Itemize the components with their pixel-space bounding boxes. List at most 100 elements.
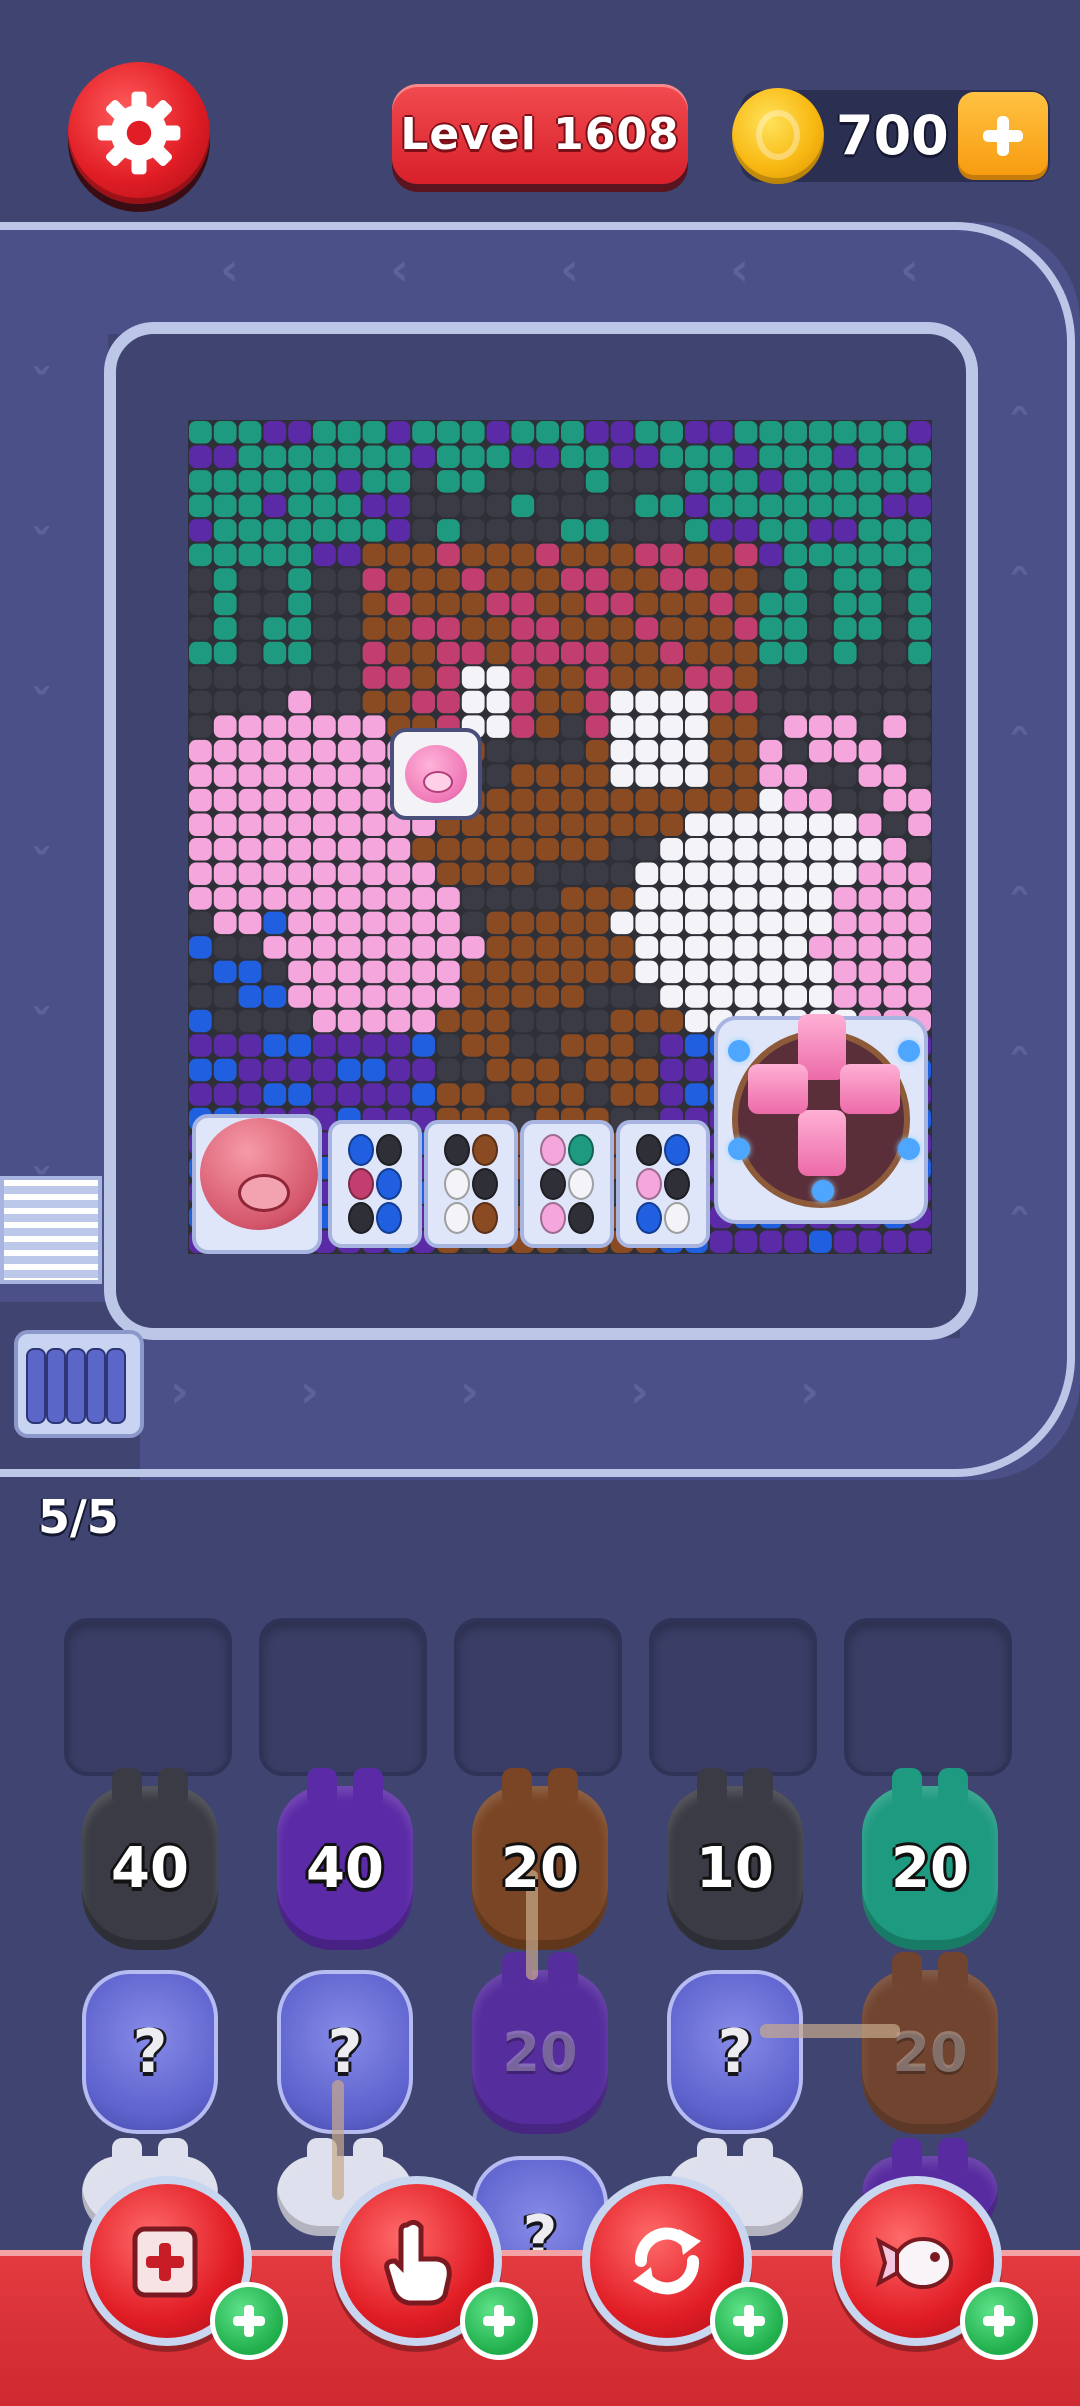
pixel-cell	[213, 887, 237, 910]
pixel-cell	[313, 1058, 336, 1082]
pixel-cell	[313, 862, 336, 885]
pixel-cell	[784, 838, 807, 861]
shuffle-booster-plus[interactable]	[710, 2282, 788, 2360]
pixel-cell	[213, 568, 237, 591]
pixel-cell	[660, 421, 683, 444]
pixel-cell	[610, 568, 634, 591]
pixel-cell	[437, 568, 460, 591]
pixel-cell	[635, 641, 659, 665]
locked-piggy[interactable]: 20	[862, 1952, 998, 2134]
pixel-cell	[759, 985, 783, 1008]
pixel-cell	[437, 421, 460, 444]
piggy-bank[interactable]: 10	[667, 1768, 803, 1950]
pixel-cell	[883, 813, 907, 836]
pixel-cell	[635, 911, 659, 935]
piggy-bank[interactable]: 40	[82, 1768, 218, 1950]
pixel-cell	[288, 421, 311, 444]
pixel-cell	[833, 862, 857, 885]
mystery-piggy[interactable]: ?	[277, 1970, 413, 2134]
pixel-cell	[858, 862, 882, 885]
add-coins-button[interactable]	[958, 92, 1048, 180]
pixel-cell	[511, 445, 535, 468]
pixel-cell	[635, 519, 659, 542]
pixel-cell	[238, 911, 262, 935]
pixel-cell	[412, 494, 435, 518]
pixel-cell	[213, 445, 237, 468]
pixel-cell	[709, 764, 733, 787]
pixel-cell	[635, 1058, 659, 1082]
pixel-cell	[660, 960, 683, 984]
add-slot-booster-plus[interactable]	[210, 2282, 288, 2360]
pixel-cell	[759, 862, 783, 885]
pixel-cell	[337, 838, 361, 861]
level-label: Level 1608	[400, 108, 680, 160]
pixel-cell	[685, 1083, 708, 1106]
pixel-cell	[263, 739, 287, 763]
pixel-cell	[486, 960, 510, 984]
pixel-cell	[412, 985, 435, 1008]
holding-slot-4[interactable]	[649, 1618, 817, 1776]
pixel-cell	[362, 1058, 386, 1082]
holding-slot-5[interactable]	[844, 1618, 1012, 1776]
pixel-cell	[486, 494, 510, 518]
piggy-bank[interactable]: 20	[472, 1768, 608, 1950]
pixel-cell	[536, 666, 559, 689]
pixel-cell	[412, 592, 435, 616]
pixel-cell	[313, 592, 336, 616]
board-pig-piece[interactable]	[390, 728, 482, 820]
pixel-cell	[238, 715, 262, 738]
pixel-cell	[337, 764, 361, 787]
pixel-cell	[784, 936, 807, 959]
pixel-cell	[734, 739, 758, 763]
holding-slot-1[interactable]	[64, 1618, 232, 1776]
bean-tray-2[interactable]	[424, 1120, 518, 1248]
tap-pick-booster-plus[interactable]	[460, 2282, 538, 2360]
bean-tray-3[interactable]	[520, 1120, 614, 1248]
pixel-cell	[461, 985, 485, 1008]
bean-tray-1[interactable]	[328, 1120, 422, 1248]
pixel-cell	[734, 813, 758, 836]
pixel-cell	[313, 1009, 336, 1033]
conveyor-arrow-icon: ˆ	[1008, 720, 1031, 774]
conveyor-arrow-icon: ›	[630, 1364, 649, 1418]
pixel-cell	[610, 666, 634, 689]
pixel-cell	[709, 960, 733, 984]
pixel-cell	[437, 617, 460, 640]
piggy-bank[interactable]: 40	[277, 1768, 413, 1950]
dispenser-arm-right	[840, 1064, 900, 1114]
pixel-cell	[610, 715, 634, 738]
piggy-bank[interactable]: 20	[862, 1768, 998, 1950]
settings-button[interactable]	[68, 62, 210, 204]
dispenser-light	[728, 1040, 750, 1062]
pixel-cell	[883, 519, 907, 542]
pixel-cell	[387, 445, 411, 468]
bean-tray-4[interactable]	[616, 1120, 710, 1248]
holding-slot-2[interactable]	[259, 1618, 427, 1776]
active-pig-tray[interactable]	[192, 1114, 322, 1254]
pixel-cell	[238, 1083, 262, 1106]
pixel-cell	[908, 690, 931, 714]
pixel-cell	[660, 445, 683, 468]
pixel-cell	[585, 1034, 609, 1057]
pixel-cell	[809, 1230, 832, 1253]
pixel-cell	[486, 813, 510, 836]
pixel-cell	[833, 739, 857, 763]
pixel-cell	[635, 421, 659, 444]
holding-slot-3[interactable]	[454, 1618, 622, 1776]
dispenser-arm-bottom	[798, 1110, 846, 1176]
pixel-cell	[536, 421, 559, 444]
mystery-piggy[interactable]: ?	[667, 1970, 803, 2134]
piggy-value: 10	[696, 1835, 774, 1901]
locked-piggy[interactable]: 20	[472, 1952, 608, 2134]
pixel-cell	[709, 862, 733, 885]
pixel-cell	[387, 960, 411, 984]
pixel-cell	[511, 568, 535, 591]
mystery-piggy[interactable]: ?	[82, 1970, 218, 2134]
pixel-cell	[784, 470, 807, 493]
pixel-cell	[635, 1034, 659, 1057]
pixel-cell	[238, 641, 262, 665]
pixel-cell	[437, 666, 460, 689]
rocket-booster-plus[interactable]	[960, 2282, 1038, 2360]
pixel-cell	[734, 690, 758, 714]
pixel-cell	[734, 445, 758, 468]
